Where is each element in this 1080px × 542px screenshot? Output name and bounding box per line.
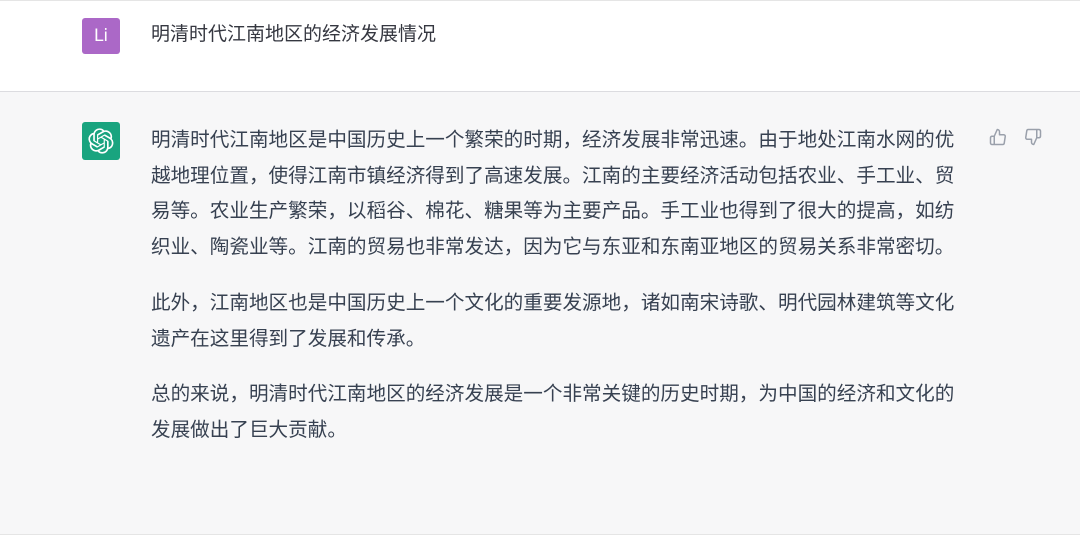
thumbs-up-button[interactable] [988,127,1008,147]
user-avatar: Li [82,18,120,54]
thumbs-down-icon [1025,128,1042,146]
bottom-border [0,534,1080,542]
assistant-message-text: 明清时代江南地区是中国历史上一个繁荣的时期，经济发展非常迅速。由于地处江南水网的… [151,122,963,468]
assistant-avatar [82,122,120,160]
feedback-buttons [988,127,1043,147]
user-message-row: Li 明清时代江南地区的经济发展情况 [0,1,1080,91]
thumbs-down-button[interactable] [1023,127,1043,147]
assistant-paragraph: 总的来说，明清时代江南地区的经济发展是一个非常关键的历史时期，为中国的经济和文化… [151,382,955,441]
openai-logo-icon [88,128,114,154]
assistant-message-row: 明清时代江南地区是中国历史上一个繁荣的时期，经济发展非常迅速。由于地处江南水网的… [0,92,1080,534]
thumbs-up-icon [989,128,1006,146]
user-message-text: 明清时代江南地区的经济发展情况 [151,23,437,45]
assistant-paragraph: 明清时代江南地区是中国历史上一个繁荣的时期，经济发展非常迅速。由于地处江南水网的… [151,128,955,259]
assistant-paragraph: 此外，江南地区也是中国历史上一个文化的重要发源地，诸如南宋诗歌、明代园林建筑等文… [151,290,955,350]
